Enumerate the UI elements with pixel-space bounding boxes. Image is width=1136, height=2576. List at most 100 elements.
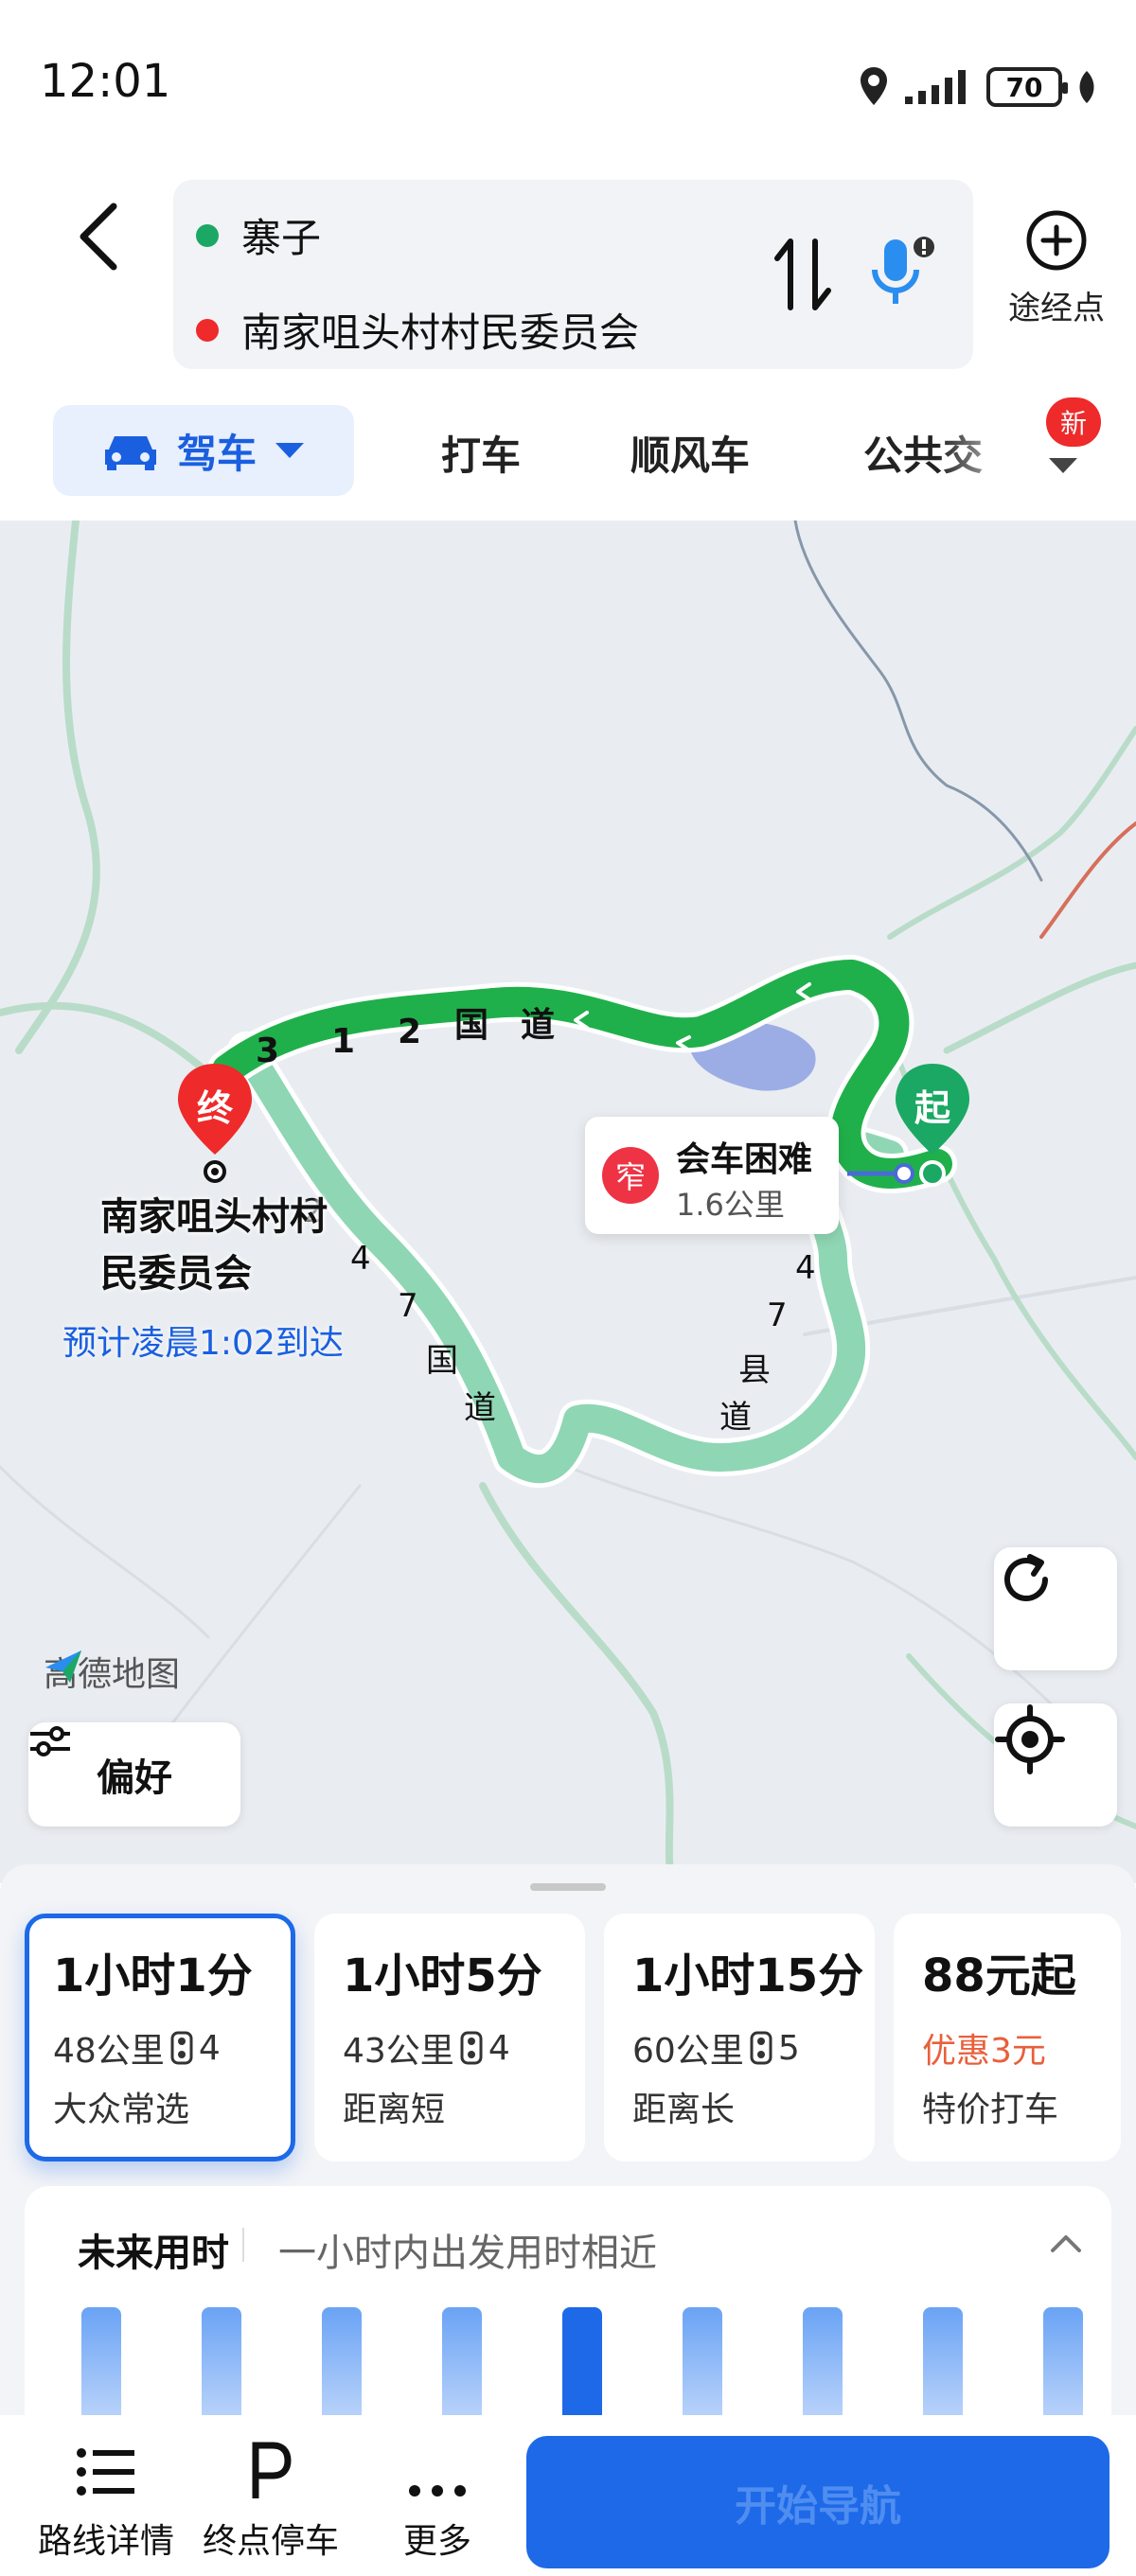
swap-button[interactable] bbox=[770, 232, 836, 317]
route-tag: 大众常选 bbox=[53, 2091, 190, 2129]
start-navigation-label: 开始导航 bbox=[735, 2482, 901, 2531]
road-label-char: 县 bbox=[738, 1351, 771, 1389]
car-icon bbox=[104, 436, 156, 470]
map-view[interactable]: 3 1 2 国 道 2 4 7 国 道 3 4 7 县 道 终 南家咀头村村 民… bbox=[0, 520, 1136, 1883]
signal-icon bbox=[905, 70, 966, 104]
road-label-char: 3 bbox=[256, 1032, 280, 1070]
leaf-icon bbox=[1079, 71, 1094, 103]
start-location-text: 寨子 bbox=[241, 215, 322, 261]
taxi-price: 88元起 bbox=[922, 1950, 1076, 2003]
hazard-distance: 1.6公里 bbox=[676, 1187, 785, 1223]
start-pin-label: 起 bbox=[914, 1087, 950, 1129]
collapse-button[interactable] bbox=[1047, 2224, 1085, 2262]
travel-mode-tabs: 驾车 打车 顺风车 公共交 新 bbox=[0, 397, 1136, 502]
crosshair-icon bbox=[995, 1704, 1065, 1774]
parking-icon bbox=[252, 2442, 292, 2498]
more-label: 更多 bbox=[402, 2522, 471, 2561]
road-label-char: 国 bbox=[454, 1006, 489, 1045]
battery-level: 70 bbox=[1005, 71, 1043, 103]
taxi-tag: 特价打车 bbox=[922, 2091, 1059, 2129]
road-label-char: 4 bbox=[795, 1249, 816, 1287]
road-label-char: 道 bbox=[719, 1399, 752, 1437]
microphone-icon bbox=[872, 237, 934, 304]
end-place-name: 南家咀头村村 民委员会 bbox=[100, 1189, 328, 1302]
hazard-card[interactable]: 窄 会车困难 1.6公里 bbox=[585, 1117, 839, 1234]
traffic-light-count: 4 bbox=[198, 2028, 221, 2068]
divider bbox=[242, 2228, 244, 2262]
route-meta: 60公里 5 bbox=[632, 2023, 875, 2073]
location-icon bbox=[861, 67, 887, 105]
route-option-card[interactable]: 1小时1分 48公里 4 大众常选 bbox=[25, 1914, 295, 2161]
route-option-card[interactable]: 1小时15分 60公里 5 距离长 bbox=[604, 1914, 875, 2161]
route-distance: 60公里 bbox=[632, 2032, 744, 2071]
route-details-button[interactable]: 路线详情 bbox=[21, 2415, 191, 2576]
traffic-light-icon bbox=[170, 2031, 193, 2065]
end-location-field[interactable]: 南家咀头村村民委员会 bbox=[196, 301, 639, 359]
tab-taxi[interactable]: 打车 bbox=[441, 424, 521, 482]
preference-button[interactable]: 偏好 bbox=[28, 1722, 240, 1826]
future-time-title: 未来用时 bbox=[78, 2232, 229, 2275]
end-place-line: 南家咀头村村 bbox=[100, 1195, 328, 1239]
road-label-char: 4 bbox=[350, 1240, 371, 1278]
drag-handle[interactable] bbox=[530, 1883, 606, 1891]
new-badge: 新 bbox=[1046, 397, 1101, 447]
destination-parking-button[interactable]: 终点停车 bbox=[186, 2415, 356, 2576]
route-distance: 48公里 bbox=[53, 2032, 165, 2071]
add-waypoint-button[interactable]: 途经点 bbox=[992, 208, 1121, 350]
end-pin-label: 终 bbox=[196, 1087, 233, 1129]
map-logo: 高德地图 bbox=[44, 1647, 180, 1696]
tab-carpool[interactable]: 顺风车 bbox=[630, 424, 750, 482]
refresh-icon bbox=[1004, 1554, 1048, 1601]
future-time-subtitle: 一小时内出发用时相近 bbox=[278, 2232, 657, 2275]
road-label-char: 2 bbox=[398, 1013, 422, 1051]
traffic-light-count: 5 bbox=[777, 2028, 800, 2068]
route-tag: 距离长 bbox=[632, 2091, 736, 2129]
road-label-char: 道 bbox=[464, 1389, 496, 1427]
road-label-char: 7 bbox=[398, 1287, 418, 1325]
tab-drive[interactable]: 驾车 bbox=[53, 405, 354, 496]
waypoint-label: 途经点 bbox=[1008, 290, 1105, 327]
more-dots-icon bbox=[409, 2485, 466, 2497]
route-input-box: 寨子 南家咀头村村民委员会 bbox=[173, 180, 973, 369]
start-pin[interactable]: 起 bbox=[890, 1060, 975, 1192]
status-icons: 70 bbox=[858, 61, 1098, 114]
more-button[interactable]: 更多 bbox=[352, 2415, 523, 2576]
route-distance: 43公里 bbox=[343, 2032, 454, 2071]
route-details-label: 路线详情 bbox=[37, 2522, 174, 2561]
traffic-light-icon bbox=[460, 2031, 483, 2065]
refresh-button[interactable] bbox=[994, 1547, 1117, 1670]
end-location-text: 南家咀头村村民委员会 bbox=[241, 309, 640, 356]
road-label-char: 7 bbox=[767, 1297, 788, 1334]
destination-parking-label: 终点停车 bbox=[202, 2522, 339, 2561]
end-dot-icon bbox=[196, 318, 219, 342]
traffic-light-count: 4 bbox=[488, 2028, 510, 2068]
back-button[interactable] bbox=[66, 199, 133, 274]
road-label-char: 道 bbox=[521, 1006, 556, 1045]
tab-drive-label: 驾车 bbox=[176, 430, 257, 477]
taxi-option-card[interactable]: 88元起 优惠3元 特价打车 bbox=[894, 1914, 1121, 2161]
battery-indicator: 70 bbox=[986, 67, 1068, 107]
chevron-up-icon bbox=[1051, 2235, 1081, 2252]
status-bar: 12:01 70 bbox=[0, 0, 1136, 170]
road-label-char: 1 bbox=[331, 1022, 356, 1061]
start-location-field[interactable]: 寨子 bbox=[196, 206, 321, 264]
start-navigation-button[interactable]: 开始导航 bbox=[526, 2436, 1109, 2568]
end-place-line: 民委员会 bbox=[100, 1252, 252, 1296]
eta-label: 预计凌晨1:02到达 bbox=[62, 1324, 344, 1363]
start-dot-icon bbox=[196, 223, 219, 247]
hazard-title: 会车困难 bbox=[676, 1140, 813, 1179]
road-label-char: 国 bbox=[426, 1342, 458, 1380]
voice-input-button[interactable] bbox=[860, 232, 945, 317]
amap-logo-icon bbox=[45, 1650, 81, 1683]
route-option-card[interactable]: 1小时5分 43公里 4 距离短 bbox=[314, 1914, 585, 2161]
tabs-fade bbox=[937, 397, 1032, 502]
plus-circle-icon bbox=[1026, 210, 1087, 271]
route-duration: 1小时1分 bbox=[53, 1950, 253, 2003]
narrow-road-icon: 窄 bbox=[602, 1147, 659, 1204]
locate-button[interactable] bbox=[994, 1703, 1117, 1826]
route-duration: 1小时5分 bbox=[343, 1950, 542, 2003]
chevron-left-icon bbox=[80, 203, 117, 271]
caret-down-icon bbox=[275, 443, 304, 458]
swap-arrows-icon bbox=[774, 238, 831, 310]
sliders-icon bbox=[30, 1726, 70, 1756]
